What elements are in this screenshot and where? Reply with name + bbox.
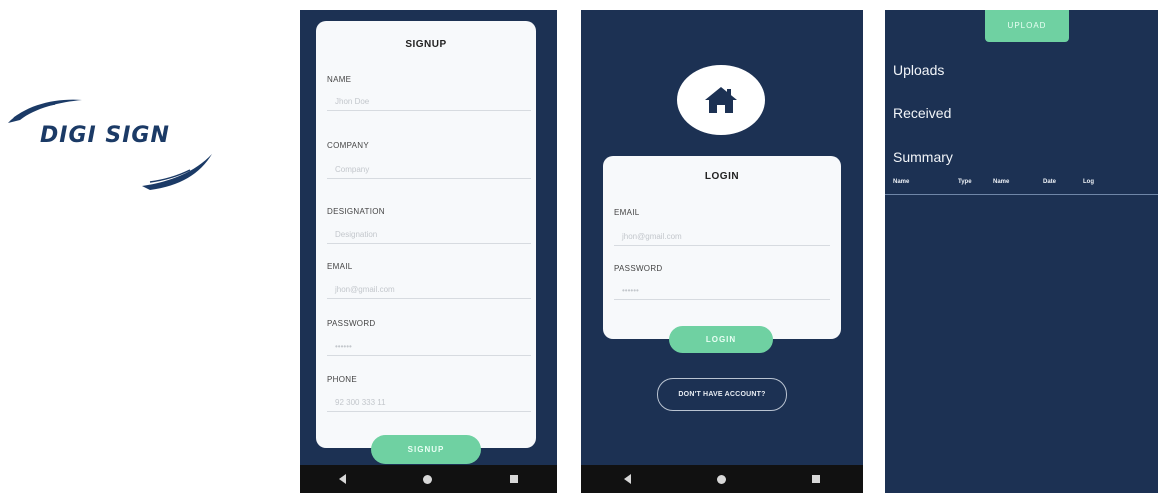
- android-nav-bar: [581, 465, 863, 493]
- name-label: NAME: [327, 75, 352, 84]
- login-card: LOGIN EMAIL jhon@gmail.com PASSWORD ••••…: [603, 156, 841, 339]
- upload-button[interactable]: UPLOAD: [985, 10, 1069, 42]
- login-title: LOGIN: [704, 171, 740, 182]
- digi-sign-logo: DIGI SIGN: [0, 90, 230, 200]
- house-icon: [705, 87, 737, 113]
- dashboard-screen: UPLOAD Uploads Received Summary Name Typ…: [885, 10, 1158, 493]
- menu-uploads[interactable]: Uploads: [893, 62, 944, 78]
- email-field[interactable]: jhon@gmail.com: [327, 285, 531, 299]
- company-field[interactable]: Company: [327, 165, 531, 179]
- table-header-name: Name: [893, 179, 910, 185]
- password-field[interactable]: ••••••: [327, 342, 531, 356]
- home-nav-icon[interactable]: [423, 474, 433, 484]
- recent-apps-icon[interactable]: [812, 475, 820, 483]
- back-icon[interactable]: [338, 474, 346, 484]
- phone-field[interactable]: 92 300 333 11: [327, 398, 531, 412]
- recent-apps-icon[interactable]: [510, 475, 519, 483]
- home-nav-icon[interactable]: [717, 474, 726, 484]
- table-header-type: Type: [958, 179, 972, 185]
- signup-title: SIGNUP: [405, 39, 447, 50]
- name-field[interactable]: Jhon Doe: [327, 97, 531, 111]
- android-nav-bar: [300, 465, 557, 493]
- table-header-date: Date: [1043, 179, 1057, 185]
- back-icon[interactable]: [624, 474, 631, 484]
- login-password-field[interactable]: ••••••: [614, 286, 830, 300]
- logo-text: DIGI SIGN: [40, 123, 170, 148]
- email-label: EMAIL: [327, 262, 353, 271]
- login-button[interactable]: LOGIN: [669, 326, 773, 353]
- login-screen: LOGIN EMAIL jhon@gmail.com PASSWORD ••••…: [581, 10, 863, 493]
- menu-summary[interactable]: Summary: [893, 149, 953, 165]
- login-email-field[interactable]: jhon@gmail.com: [614, 232, 830, 246]
- table-divider: [885, 194, 1158, 195]
- designation-field[interactable]: Designation: [327, 230, 531, 244]
- table-header-log: Log: [1083, 179, 1094, 185]
- phone-label: PHONE: [327, 375, 357, 384]
- menu-received[interactable]: Received: [893, 105, 951, 121]
- table-header-name-2: Name: [993, 179, 1010, 185]
- home-logo-circle: [677, 65, 765, 135]
- company-label: COMPANY: [327, 141, 369, 150]
- signup-screen: SIGNUP NAME Jhon Doe COMPANY Company DES…: [300, 10, 557, 493]
- login-password-label: PASSWORD: [614, 264, 663, 273]
- login-email-label: EMAIL: [614, 208, 640, 217]
- designation-label: DESIGNATION: [327, 207, 385, 216]
- signup-button[interactable]: SIGNUP: [371, 435, 481, 464]
- signup-card: SIGNUP NAME Jhon Doe COMPANY Company DES…: [316, 21, 536, 448]
- dont-have-account-button[interactable]: DON'T HAVE ACCOUNT?: [657, 378, 787, 411]
- password-label: PASSWORD: [327, 319, 376, 328]
